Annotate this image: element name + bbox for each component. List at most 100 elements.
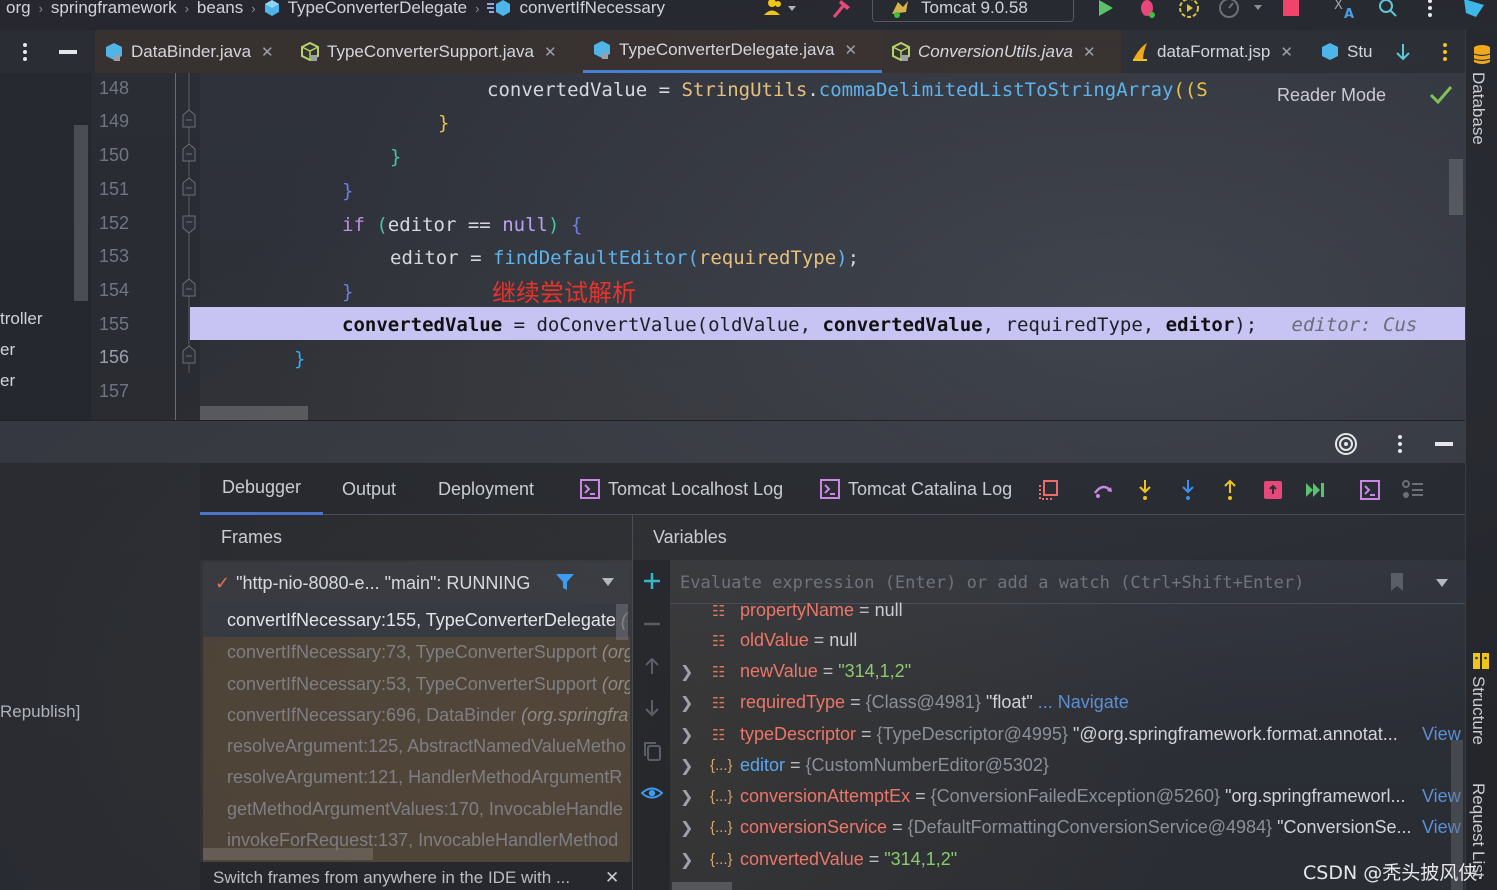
duplicate-watch-button[interactable]: [641, 740, 663, 762]
tabs-options-button[interactable]: [5, 30, 45, 73]
stop-button[interactable]: [1280, 0, 1302, 19]
search-button[interactable]: [1376, 0, 1400, 19]
frame-item[interactable]: convertIfNecessary:53, TypeConverterSupp…: [227, 669, 630, 700]
minimize-button[interactable]: [48, 30, 88, 73]
more-actions-button[interactable]: [1420, 0, 1440, 19]
tab-databinder[interactable]: DataBinder.java ✕: [95, 30, 291, 73]
variable-row[interactable]: ❯ {...} conversionService = {DefaultForm…: [670, 812, 1461, 843]
frame-item[interactable]: resolveArgument:125, AbstractNamedValueM…: [227, 731, 626, 762]
plugin-button[interactable]: [1460, 0, 1488, 19]
frame-item[interactable]: convertIfNecessary:155, TypeConverterDel…: [227, 605, 627, 636]
expand-arrow-icon[interactable]: ❯: [680, 693, 693, 713]
evaluate-expression-input[interactable]: [680, 571, 1380, 595]
new-watch-button[interactable]: [641, 570, 663, 592]
structure-tool-button[interactable]: Structure: [1468, 676, 1488, 745]
step-over-button[interactable]: [1092, 479, 1114, 501]
tab-tomcat-localhost-log[interactable]: Tomcat Localhost Log: [580, 463, 783, 515]
frame-item[interactable]: convertIfNecessary:73, TypeConverterSupp…: [227, 637, 630, 668]
breadcrumb-item[interactable]: convertIfNecessary: [519, 0, 665, 18]
chevron-down-icon[interactable]: [1435, 578, 1449, 588]
breadcrumb-item[interactable]: TypeConverterDelegate: [288, 0, 468, 18]
tab-output[interactable]: Output: [342, 463, 396, 515]
force-step-into-button[interactable]: [1177, 479, 1199, 501]
breadcrumb-item[interactable]: org: [6, 0, 31, 18]
project-scrollbar[interactable]: [74, 125, 88, 301]
thread-selector[interactable]: ✓ "http-nio-8080-e... "main": RUNNING: [203, 562, 630, 604]
editor-tabs-more-button[interactable]: [1425, 30, 1465, 73]
profiler-button[interactable]: [1216, 0, 1268, 19]
filter-icon[interactable]: [555, 572, 575, 592]
frames-horizontal-scrollbar[interactable]: [203, 848, 373, 860]
minimize-icon[interactable]: [1434, 441, 1454, 447]
move-watch-down-button[interactable]: [641, 697, 663, 719]
frame-item[interactable]: convertIfNecessary:696, DataBinder (org.…: [227, 700, 628, 731]
tab-deployment[interactable]: Deployment: [438, 463, 534, 515]
run-button[interactable]: [1092, 0, 1118, 19]
tab-typeconverterdelegate[interactable]: TypeConverterDelegate.java ✕: [583, 30, 882, 73]
reader-mode-button[interactable]: Reader Mode: [1277, 85, 1386, 106]
database-tool-button[interactable]: Database: [1468, 72, 1488, 145]
build-button[interactable]: [828, 0, 858, 19]
variable-row[interactable]: ❯ ☷ typeDescriptor = {TypeDescriptor@499…: [670, 719, 1461, 750]
close-icon[interactable]: ✕: [605, 862, 619, 890]
variable-row[interactable]: ❯ ☷ requiredType = {Class@4981} "float" …: [670, 687, 1450, 718]
step-into-button[interactable]: [1134, 479, 1156, 501]
frame-item[interactable]: resolveArgument:121, HandlerMethodArgume…: [227, 762, 622, 793]
inspections-ok-icon[interactable]: [1428, 83, 1454, 107]
variable-row[interactable]: ❯ ☷ newValue = "314,1,2": [670, 656, 1450, 687]
tab-conversionutils[interactable]: ConversionUtils.java ✕: [882, 30, 1121, 73]
close-icon[interactable]: ✕: [261, 43, 274, 61]
expand-arrow-icon[interactable]: ❯: [680, 662, 693, 682]
expand-arrow-icon[interactable]: ❯: [680, 850, 693, 870]
expand-arrow-icon[interactable]: ❯: [680, 725, 693, 745]
close-icon[interactable]: ✕: [544, 43, 557, 61]
navigate-link[interactable]: ... Navigate: [1033, 692, 1129, 712]
frame-item[interactable]: getMethodArgumentValues:170, InvocableHa…: [227, 794, 623, 825]
close-icon[interactable]: ✕: [1280, 43, 1293, 61]
restore-layout-button[interactable]: [1038, 479, 1060, 501]
debugger-settings-button[interactable]: [1402, 479, 1424, 501]
expand-arrow-icon[interactable]: ❯: [680, 787, 693, 807]
close-icon[interactable]: ✕: [844, 41, 857, 59]
close-icon[interactable]: ✕: [1083, 43, 1096, 61]
watches-visibility-button[interactable]: [641, 783, 663, 805]
move-watch-up-button[interactable]: [641, 655, 663, 677]
variable-row[interactable]: ☷ propertyName = null: [670, 595, 1450, 626]
step-out-button[interactable]: [1219, 479, 1241, 501]
tab-dataformat-jsp[interactable]: dataFormat.jsp ✕: [1121, 30, 1311, 73]
breadcrumb-item[interactable]: springframework: [51, 0, 177, 18]
variables-horizontal-scrollbar[interactable]: [672, 882, 732, 890]
editor-horizontal-scrollbar[interactable]: [200, 406, 308, 420]
expand-arrow-icon[interactable]: ❯: [680, 818, 693, 838]
run-to-cursor-button[interactable]: [1304, 479, 1326, 501]
variable-row[interactable]: ❯ {...} conversionAttemptEx = {Conversio…: [670, 781, 1461, 812]
tab-debugger[interactable]: Debugger: [200, 463, 323, 515]
drop-frame-button[interactable]: [1262, 479, 1284, 501]
project-tree-item[interactable]: er: [0, 340, 15, 360]
focus-target-icon[interactable]: [1334, 432, 1358, 456]
variable-row[interactable]: ☷ oldValue = null: [670, 625, 1450, 656]
breadcrumb-item[interactable]: beans: [197, 0, 243, 18]
project-tree-item[interactable]: troller: [0, 309, 43, 329]
expand-arrow-icon[interactable]: ❯: [680, 756, 693, 776]
code-editor[interactable]: convertedValue = StringUtils.commaDelimi…: [200, 73, 1465, 420]
bookmark-icon[interactable]: [1390, 572, 1404, 592]
more-icon[interactable]: [1397, 434, 1403, 454]
remove-watch-button[interactable]: [641, 613, 663, 635]
run-configuration-selector[interactable]: Tomcat 9.0.58: [872, 0, 1074, 22]
vcs-users-button[interactable]: [760, 0, 802, 19]
translate-button[interactable]: XA: [1332, 0, 1360, 19]
frames-list[interactable]: convertIfNecessary:155, TypeConverterDel…: [203, 604, 630, 862]
debug-button[interactable]: [1134, 0, 1160, 19]
frames-scrollbar[interactable]: [616, 604, 628, 640]
project-tree-item[interactable]: er: [0, 371, 15, 391]
editor-vertical-scrollbar[interactable]: [1449, 159, 1463, 215]
tab-student-truncated[interactable]: Stu: [1311, 30, 1383, 73]
show-hidden-tabs-button[interactable]: [1383, 30, 1423, 73]
tab-tomcat-catalina-log[interactable]: Tomcat Catalina Log: [820, 463, 1012, 515]
chevron-down-icon[interactable]: [601, 577, 615, 587]
tab-typeconvertersupport[interactable]: TypeConverterSupport.java ✕: [291, 30, 583, 73]
evaluate-console-button[interactable]: [1359, 479, 1381, 501]
variable-row[interactable]: ❯ {...} editor = {CustomNumberEditor@530…: [670, 750, 1450, 781]
run-with-coverage-button[interactable]: [1176, 0, 1202, 19]
